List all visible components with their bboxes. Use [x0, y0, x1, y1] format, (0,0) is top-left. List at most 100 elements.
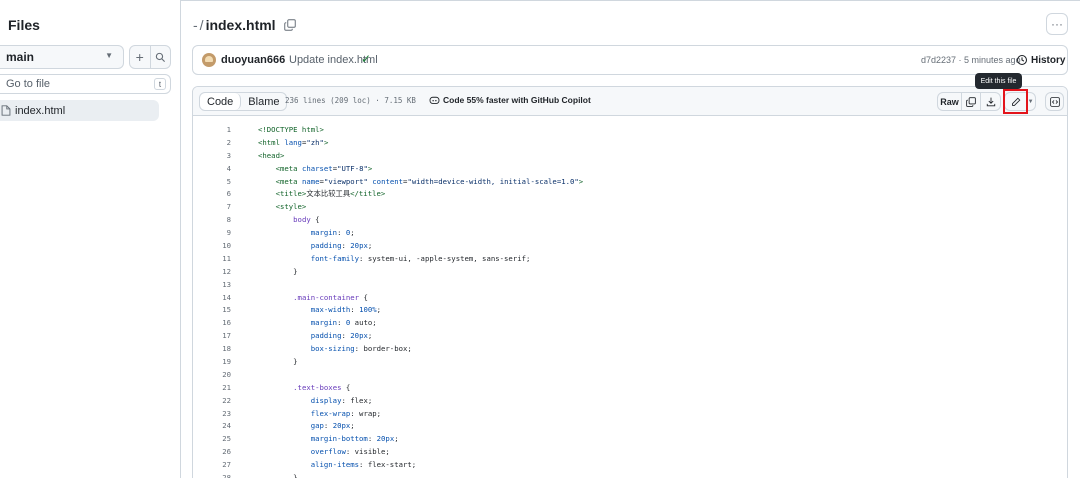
- line-number[interactable]: 7: [193, 202, 231, 211]
- sidebar-actions: +: [129, 45, 171, 69]
- file-tree-item-label: index.html: [15, 104, 66, 117]
- copy-raw-button[interactable]: [962, 93, 981, 110]
- line-content: margin: 0 auto;: [310, 318, 377, 328]
- line-number[interactable]: 1: [193, 125, 231, 134]
- line-number[interactable]: 12: [193, 267, 231, 276]
- copilot-promo-label: Code 55% faster with GitHub Copilot: [443, 95, 591, 105]
- line-number[interactable]: 2: [193, 138, 231, 147]
- code-line: 6 <title>文本比较工具</title>: [193, 187, 1067, 200]
- code-line: 19 }: [193, 355, 1067, 368]
- search-icon: [155, 52, 165, 62]
- code-lines: 1 <!DOCTYPE html> 2 <html lang="zh"> 3 <head>…: [193, 123, 1067, 478]
- tab-blame[interactable]: Blame: [241, 93, 286, 110]
- edit-button-highlight: [1003, 89, 1028, 114]
- code-line: 1 <!DOCTYPE html>: [193, 123, 1067, 136]
- line-number[interactable]: 14: [193, 293, 231, 302]
- download-button[interactable]: [981, 93, 1000, 110]
- code-viewer: Code Blame 236 lines (209 loc) · 7.15 KB…: [192, 86, 1068, 478]
- branch-selector[interactable]: main ▼: [0, 45, 124, 69]
- add-file-button[interactable]: +: [130, 46, 150, 68]
- commit-author[interactable]: duoyuan666: [221, 54, 285, 66]
- line-number[interactable]: 20: [193, 370, 231, 379]
- history-label: History: [1031, 54, 1066, 66]
- line-number[interactable]: 25: [193, 434, 231, 443]
- avatar[interactable]: [202, 53, 216, 67]
- line-number[interactable]: 19: [193, 357, 231, 366]
- line-content: font-family: system-ui, -apple-system, s…: [310, 253, 531, 263]
- breadcrumb: - / index.html: [193, 17, 296, 33]
- line-content: display: flex;: [310, 395, 373, 405]
- code-line: 27 align-items: flex-start;: [193, 458, 1067, 471]
- line-number[interactable]: 9: [193, 228, 231, 237]
- line-content: margin-bottom: 20px;: [310, 434, 399, 444]
- line-number[interactable]: 18: [193, 344, 231, 353]
- history-button[interactable]: History: [1016, 54, 1065, 66]
- breadcrumb-root[interactable]: -: [193, 17, 198, 33]
- sidebar-title: Files: [8, 17, 40, 33]
- code-line: 28 }: [193, 471, 1067, 478]
- line-number[interactable]: 3: [193, 151, 231, 160]
- line-number[interactable]: 10: [193, 241, 231, 250]
- line-content: <head>: [258, 150, 285, 160]
- tab-code[interactable]: Code: [200, 93, 242, 110]
- file-stats: 236 lines (209 loc) · 7.15 KB: [285, 96, 416, 105]
- line-number[interactable]: 23: [193, 409, 231, 418]
- line-content: padding: 20px;: [310, 240, 373, 250]
- branch-name: main: [6, 50, 35, 64]
- line-content: body {: [293, 215, 320, 225]
- copilot-promo[interactable]: Code 55% faster with GitHub Copilot: [429, 95, 591, 105]
- line-number[interactable]: 27: [193, 460, 231, 469]
- line-content: .main-container {: [293, 292, 368, 302]
- check-icon: ✓: [361, 52, 372, 66]
- line-number[interactable]: 21: [193, 383, 231, 392]
- line-number[interactable]: 11: [193, 254, 231, 263]
- line-content: align-items: flex-start;: [310, 460, 417, 470]
- code-line: 12 }: [193, 265, 1067, 278]
- line-number[interactable]: 26: [193, 447, 231, 456]
- line-number[interactable]: 15: [193, 305, 231, 314]
- more-options-button[interactable]: ···: [1046, 13, 1068, 35]
- line-content: margin: 0;: [310, 228, 355, 238]
- line-number[interactable]: 28: [193, 473, 231, 478]
- line-content: padding: 20px;: [310, 331, 373, 341]
- file-tree-item[interactable]: index.html: [0, 100, 159, 121]
- raw-actions: Raw: [937, 92, 1001, 111]
- line-number[interactable]: 8: [193, 215, 231, 224]
- copy-path-button[interactable]: [283, 19, 296, 31]
- symbols-panel-button[interactable]: [1045, 92, 1064, 111]
- commit-hash-time[interactable]: d7d2237 · 5 minutes ago: [921, 55, 1021, 65]
- view-mode-toggle: Code Blame: [199, 92, 288, 111]
- code-line: 21 .text-boxes {: [193, 381, 1067, 394]
- line-content: <title>文本比较工具</title>: [275, 188, 386, 198]
- code-line: 17 padding: 20px;: [193, 329, 1067, 342]
- code-line: 8 body {: [193, 213, 1067, 226]
- line-number[interactable]: 22: [193, 396, 231, 405]
- code-line: 7 <style>: [193, 200, 1067, 213]
- line-content: <!DOCTYPE html>: [258, 124, 324, 134]
- line-number[interactable]: 16: [193, 318, 231, 327]
- code-line: 16 margin: 0 auto;: [193, 316, 1067, 329]
- line-content: <style>: [275, 202, 307, 212]
- file-tree-sidebar: Files main ▼ + Go to file t index.html: [0, 0, 181, 478]
- line-content: }: [258, 472, 298, 478]
- line-number[interactable]: 17: [193, 331, 231, 340]
- line-content: <meta name="viewport" content="width=dev…: [275, 176, 584, 186]
- line-number[interactable]: 6: [193, 189, 231, 198]
- line-number[interactable]: 5: [193, 177, 231, 186]
- line-number[interactable]: 24: [193, 421, 231, 430]
- breadcrumb-file-name: index.html: [205, 17, 276, 33]
- line-content: max-width: 100%;: [310, 305, 382, 315]
- line-content: box-sizing: border-box;: [310, 344, 412, 354]
- code-line: 22 display: flex;: [193, 394, 1067, 407]
- symbols-icon: [1049, 96, 1060, 107]
- line-content: }: [258, 356, 298, 366]
- go-to-file-input[interactable]: Go to file t: [0, 74, 171, 94]
- raw-button[interactable]: Raw: [938, 93, 962, 110]
- latest-commit-bar: duoyuan666 Update index.html ✓ d7d2237 ·…: [192, 45, 1068, 75]
- history-icon: [1016, 54, 1028, 66]
- line-number[interactable]: 13: [193, 280, 231, 289]
- file-icon: [1, 105, 11, 116]
- line-number[interactable]: 4: [193, 164, 231, 173]
- search-button[interactable]: [149, 46, 171, 68]
- code-line: 9 margin: 0;: [193, 226, 1067, 239]
